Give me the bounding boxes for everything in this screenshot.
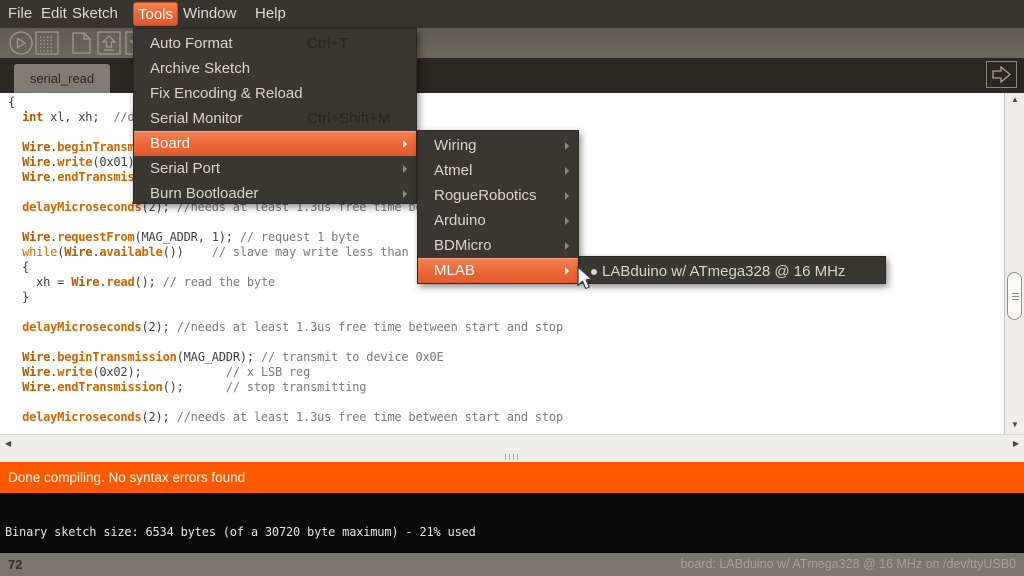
- menu-item-label: Wiring: [434, 133, 477, 158]
- console-output: Binary sketch size: 6534 bytes (of a 307…: [0, 493, 1024, 553]
- line-number: 72: [8, 553, 22, 576]
- menubar-item-help[interactable]: Help: [255, 0, 286, 28]
- submenu-arrow-icon: [565, 267, 569, 275]
- menu-item-bdmicro[interactable]: BDMicro: [418, 233, 578, 258]
- serial-monitor-arrow-icon: [987, 62, 1016, 87]
- open-button[interactable]: [98, 32, 120, 54]
- menu-item-label: Archive Sketch: [150, 56, 250, 81]
- menu-item-label: RogueRobotics: [434, 183, 537, 208]
- submenu-arrow-icon: [565, 242, 569, 250]
- menu-item-wiring[interactable]: Wiring: [418, 133, 578, 158]
- footer-bar: 72 board: LABduino w/ ATmega328 @ 16 MHz…: [0, 553, 1024, 576]
- tools-menu: Auto Format Ctrl+T Archive SketchFix Encod…: [133, 28, 417, 204]
- menu-item-label: Serial Port: [150, 156, 220, 181]
- menu-item-archive-sketch[interactable]: Archive Sketch: [134, 56, 416, 81]
- submenu-arrow-icon: [403, 190, 407, 198]
- menu-item-label: Arduino: [434, 208, 486, 233]
- horizontal-scrollbar[interactable]: ◀ ▶: [0, 434, 1024, 451]
- menu-item-serial-monitor[interactable]: Serial Monitor Ctrl+Shift+M: [134, 106, 416, 131]
- menubar-item-window[interactable]: Window: [183, 0, 236, 28]
- board-submenu: WiringAtmelRogueRoboticsArduinoBDMicroML…: [417, 130, 579, 284]
- scroll-left-arrow[interactable]: ◀: [5, 439, 11, 448]
- serial-monitor-button[interactable]: [986, 61, 1017, 88]
- menubar-item-sketch[interactable]: Sketch: [72, 0, 118, 28]
- menu-item-label: Board: [150, 131, 190, 156]
- menu-item-fix-encoding-reload[interactable]: Fix Encoding & Reload: [134, 81, 416, 106]
- menu-item-auto-format[interactable]: Auto Format Ctrl+T: [134, 31, 416, 56]
- code-line: [8, 395, 563, 410]
- tab-serial-read[interactable]: serial_read: [14, 64, 110, 93]
- menu-item-label: Burn Bootloader: [150, 181, 258, 206]
- menu-item-label: Auto Format: [150, 31, 233, 56]
- menu-item-mlab[interactable]: MLAB: [418, 258, 578, 283]
- status-message: Done compiling. No syntax errors found: [8, 470, 245, 485]
- menu-item-label: Serial Monitor: [150, 106, 243, 131]
- menu-item-roguerobotics[interactable]: RogueRobotics: [418, 183, 578, 208]
- menu-item-label: Fix Encoding & Reload: [150, 81, 303, 106]
- code-line: }: [8, 290, 563, 305]
- menubar-item-tools[interactable]: Tools: [133, 2, 178, 26]
- menubar: File EditSketch ToolsWindow Help: [0, 0, 1024, 28]
- menubar-item-file[interactable]: File: [8, 0, 32, 28]
- submenu-arrow-icon: [403, 140, 407, 148]
- status-bar: Done compiling. No syntax errors found: [0, 462, 1024, 493]
- selected-bullet-icon: [591, 269, 597, 275]
- menu-item-burn-bootloader[interactable]: Burn Bootloader: [134, 181, 416, 206]
- code-line: Wire.write(0x02); // x LSB reg: [8, 365, 563, 380]
- submenu-arrow-icon: [565, 192, 569, 200]
- menu-item-serial-port[interactable]: Serial Port: [134, 156, 416, 181]
- code-line: [8, 335, 563, 350]
- submenu-arrow-icon: [565, 142, 569, 150]
- splitter-grip: [505, 454, 519, 460]
- menubar-item-edit[interactable]: Edit: [41, 0, 67, 28]
- mlab-submenu: LABduino w/ ATmega328 @ 16 MHz: [579, 256, 886, 284]
- menu-item-shortcut: Ctrl+T: [307, 31, 348, 56]
- menu-item-label: MLAB: [434, 258, 475, 283]
- thumb-grip: [1012, 293, 1019, 300]
- menu-item-label: BDMicro: [434, 233, 492, 258]
- board-info: board: LABduino w/ ATmega328 @ 16 MHz on…: [680, 553, 1016, 576]
- code-line: Wire.beginTransmission(MAG_ADDR); // tra…: [8, 350, 563, 365]
- editor-console-splitter[interactable]: [0, 451, 1024, 462]
- menu-item-label: Atmel: [434, 158, 472, 183]
- submenu-arrow-icon: [565, 217, 569, 225]
- scroll-down-arrow[interactable]: ▼: [1005, 421, 1024, 429]
- code-line: delayMicroseconds(2); //needs at least 1…: [8, 320, 563, 335]
- verify-button[interactable]: [10, 32, 32, 54]
- upload-button[interactable]: [36, 32, 58, 54]
- code-line: delayMicroseconds(2); //needs at least 1…: [8, 410, 563, 425]
- vertical-scrollbar[interactable]: ▲ ▼: [1004, 93, 1024, 434]
- menu-item-arduino[interactable]: Arduino: [418, 208, 578, 233]
- code-line: Wire.endTransmission(); // stop transmit…: [8, 380, 563, 395]
- menu-item-labduino-w-atmega328-16-mhz[interactable]: LABduino w/ ATmega328 @ 16 MHz: [580, 259, 885, 284]
- menu-item-shortcut: Ctrl+Shift+M: [307, 106, 390, 131]
- menu-item-atmel[interactable]: Atmel: [418, 158, 578, 183]
- scroll-right-arrow[interactable]: ▶: [1013, 439, 1019, 448]
- submenu-arrow-icon: [403, 165, 407, 173]
- menu-item-label: LABduino w/ ATmega328 @ 16 MHz: [602, 259, 845, 284]
- console-text: Binary sketch size: 6534 bytes (of a 307…: [5, 525, 476, 539]
- menu-item-board[interactable]: Board: [134, 131, 416, 156]
- scroll-up-arrow[interactable]: ▲: [1005, 96, 1024, 104]
- new-sketch-button[interactable]: [73, 33, 90, 53]
- code-line: [8, 305, 563, 320]
- submenu-arrow-icon: [565, 167, 569, 175]
- vertical-scrollbar-thumb[interactable]: [1007, 272, 1022, 320]
